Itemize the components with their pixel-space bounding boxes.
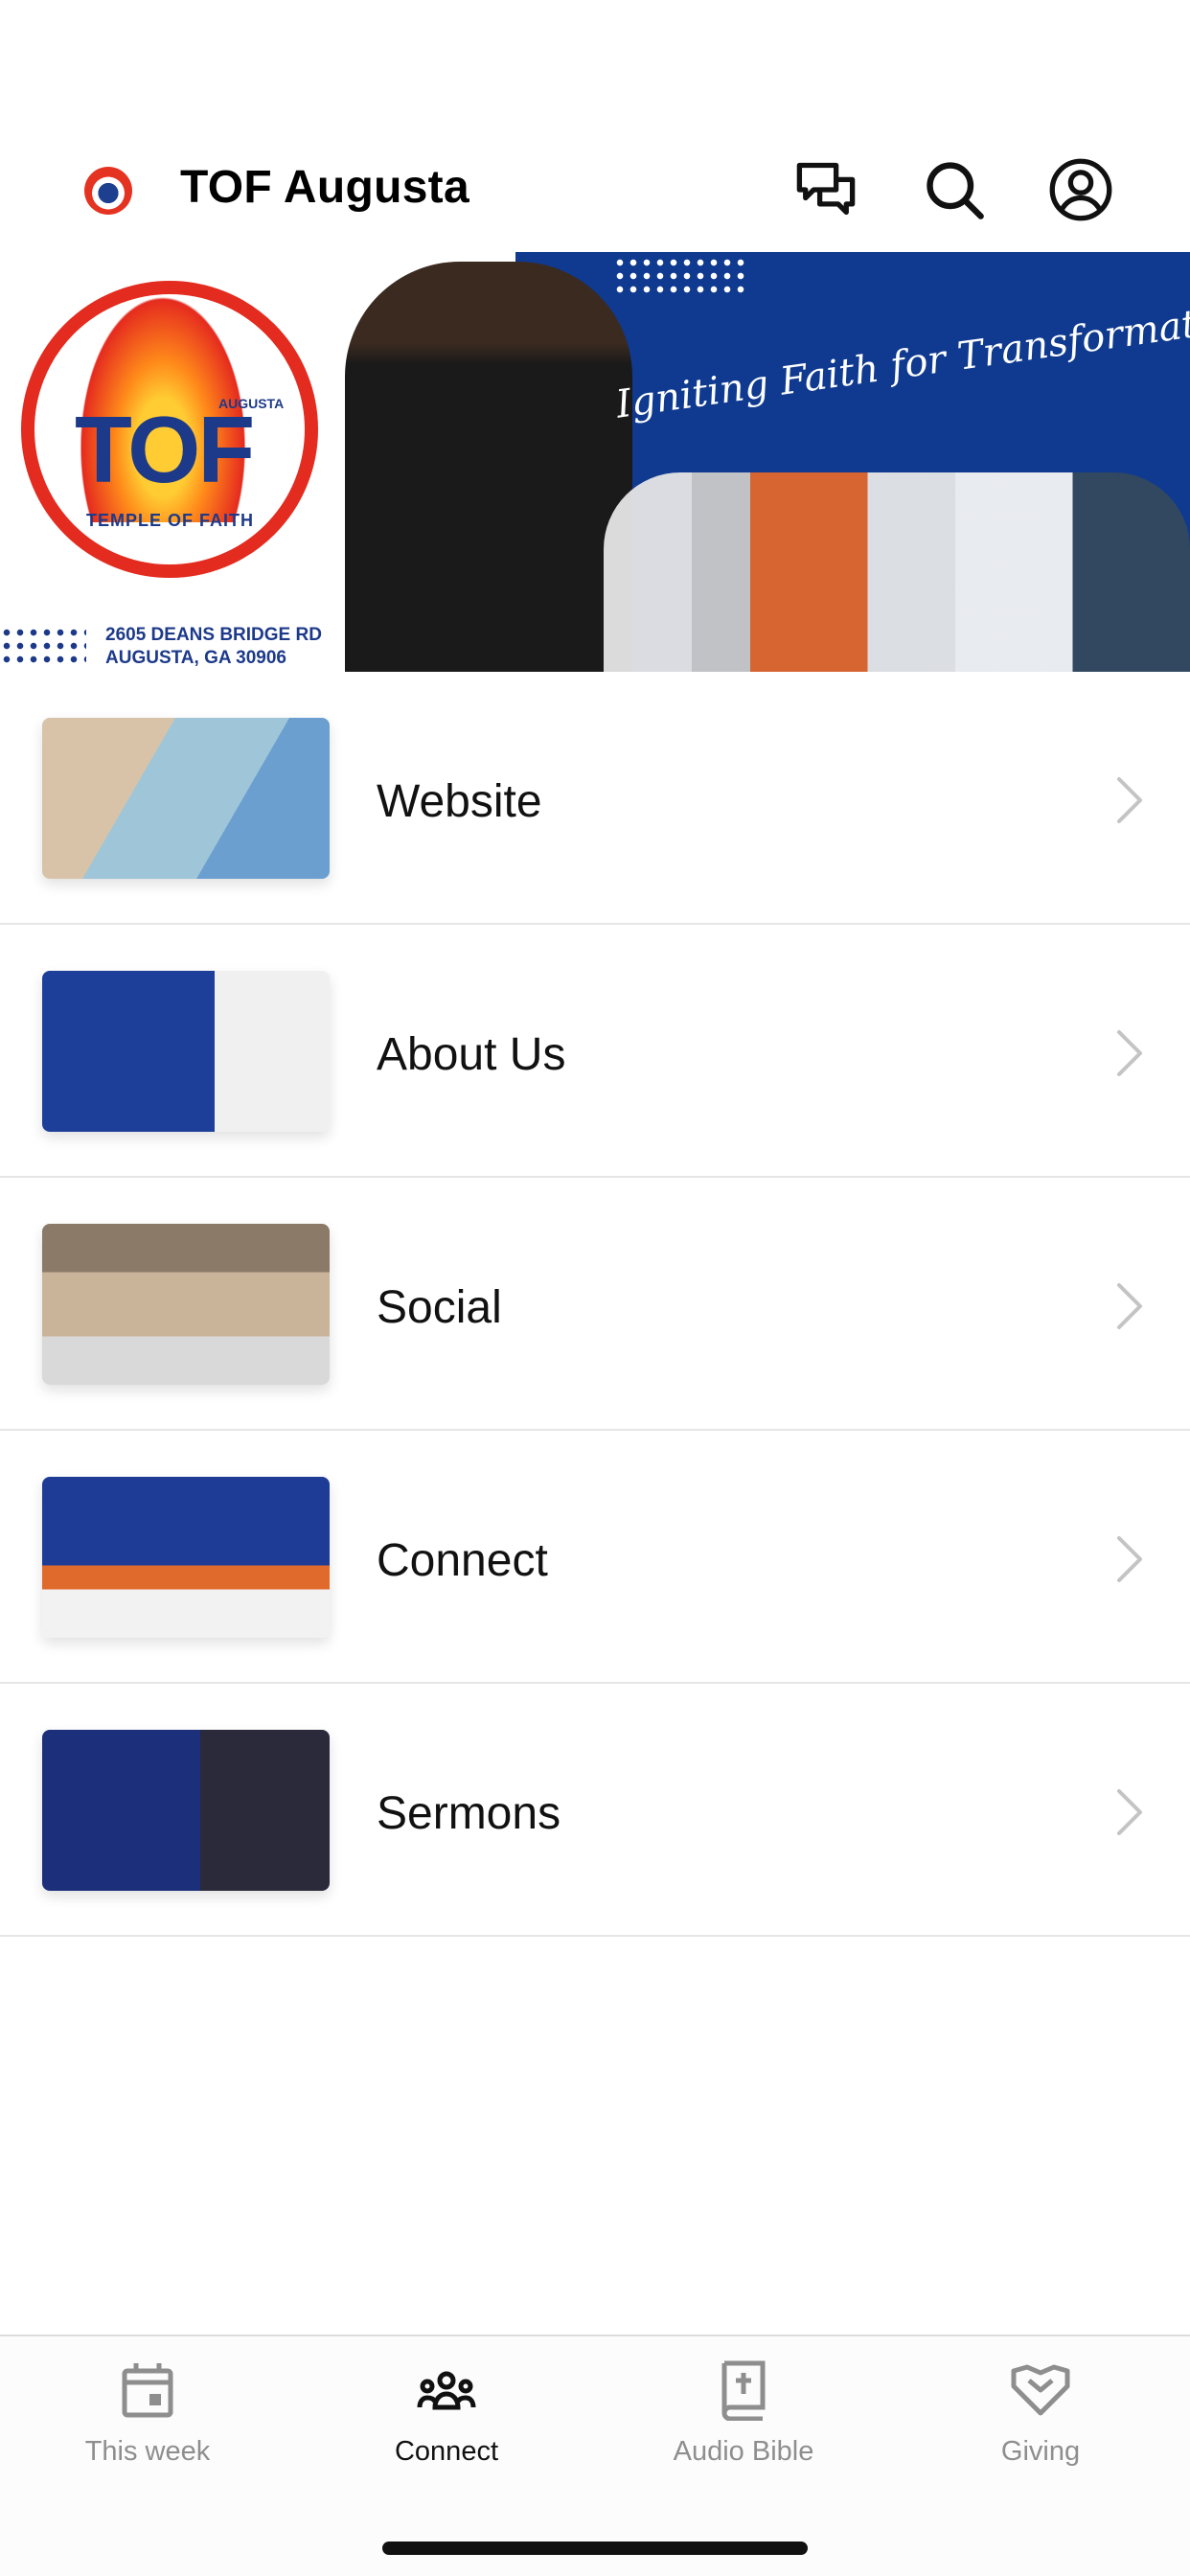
chevron-right-icon	[1110, 1532, 1148, 1586]
address-line-1: 2605 DEANS BRIDGE RD	[105, 625, 322, 645]
tab-label: Connect	[394, 2436, 498, 2467]
banner-address: 2605 DEANS BRIDGE RD AUGUSTA, GA 30906	[105, 624, 322, 670]
tab-giving[interactable]: Giving	[926, 2359, 1156, 2474]
connect-list: Website About Us Social Connect Sermons	[0, 672, 1190, 1937]
tab-this-week[interactable]: This week	[33, 2359, 263, 2474]
about-us-thumbnail	[42, 971, 330, 1132]
chevron-right-icon	[1110, 1785, 1148, 1839]
list-item-label: About Us	[377, 1029, 566, 1080]
tab-label: Giving	[1000, 2436, 1081, 2467]
congregation-photo	[604, 472, 1190, 672]
bible-icon	[721, 2360, 766, 2421]
chevron-right-icon	[1110, 773, 1148, 827]
app-header: TOF Augusta	[0, 142, 1190, 238]
pastors-photo	[345, 262, 632, 672]
chevron-right-icon	[1110, 1026, 1148, 1080]
tof-logo-subtitle: TEMPLE OF FAITH	[86, 511, 254, 530]
list-item-about-us[interactable]: About Us	[0, 925, 1190, 1178]
connect-thumbnail	[42, 1477, 330, 1638]
list-item-website[interactable]: Website	[0, 672, 1190, 925]
hero-banner[interactable]: TOF AUGUSTA TEMPLE OF FAITH 2605 DEANS B…	[0, 252, 1190, 672]
handshake-icon	[1011, 2364, 1070, 2416]
list-item-label: Website	[377, 776, 542, 827]
address-line-2: AUGUSTA, GA 30906	[105, 648, 286, 668]
social-thumbnail	[42, 1224, 330, 1385]
list-item-connect[interactable]: Connect	[0, 1431, 1190, 1684]
tof-logo-augusta: AUGUSTA	[218, 396, 285, 411]
sermons-thumbnail	[42, 1730, 330, 1891]
group-icon	[417, 2371, 476, 2410]
tab-connect[interactable]: Connect	[332, 2359, 561, 2474]
page-title: TOF Augusta	[180, 162, 469, 213]
tab-label: Audio Bible	[673, 2436, 814, 2467]
banner-dot-pattern-left	[0, 626, 86, 664]
website-thumbnail	[42, 718, 330, 879]
tof-logo-text: TOF	[75, 397, 255, 502]
bottom-tab-bar: This week Connect Audio Bible Giving	[0, 2334, 1190, 2576]
search-icon[interactable]	[922, 157, 987, 222]
chat-icon[interactable]	[793, 157, 858, 222]
chevron-right-icon	[1110, 1279, 1148, 1333]
home-indicator[interactable]	[382, 2542, 808, 2555]
list-item-label: Connect	[377, 1535, 548, 1586]
tab-label: This week	[84, 2436, 211, 2467]
church-logo	[84, 167, 132, 215]
list-item-social[interactable]: Social	[0, 1178, 1190, 1431]
list-item-label: Social	[377, 1282, 502, 1333]
list-item-label: Sermons	[377, 1788, 561, 1839]
calendar-icon	[122, 2363, 173, 2418]
profile-icon[interactable]	[1048, 157, 1113, 222]
list-item-sermons[interactable]: Sermons	[0, 1684, 1190, 1937]
banner-dot-pattern	[613, 256, 747, 294]
tab-audio-bible[interactable]: Audio Bible	[629, 2359, 858, 2474]
